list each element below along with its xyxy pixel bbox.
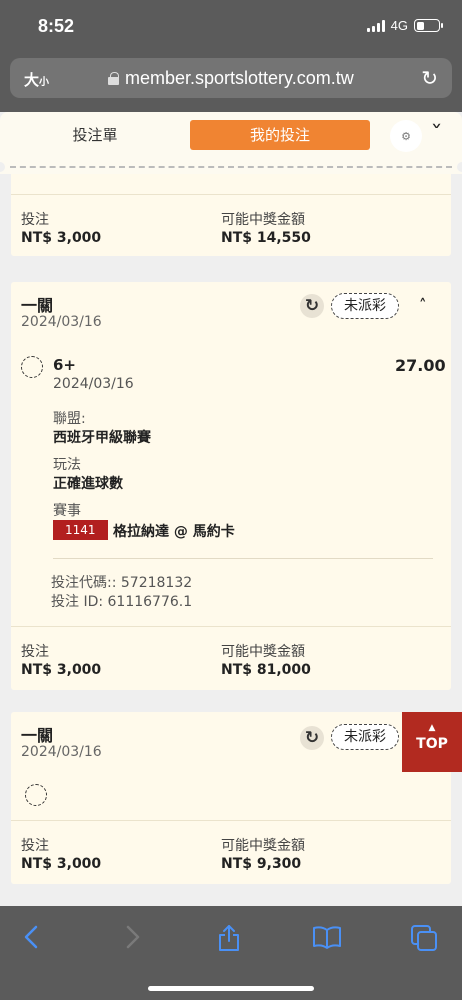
selection-name: 6+ xyxy=(53,356,77,374)
bet-id: 投注 ID: 61116776.1 xyxy=(51,594,193,610)
stake-label: 投注 xyxy=(21,644,49,660)
stake-value: NT$ 3,000 xyxy=(21,230,102,246)
market-label: 玩法 xyxy=(53,457,81,473)
payout-value: NT$ 81,000 xyxy=(221,662,311,678)
refresh-icon[interactable]: ↻ xyxy=(300,294,324,318)
stake-label: 投注 xyxy=(21,838,49,854)
bet-code: 投注代碼:: 57218132 xyxy=(51,575,193,591)
bet-type: 一關 xyxy=(21,296,54,315)
payout-label: 可能中獎金額 xyxy=(221,838,305,854)
refresh-icon[interactable]: ↻ xyxy=(300,726,324,750)
status-time: 8:52 xyxy=(38,16,75,36)
selection-odds: 27.00 xyxy=(395,356,446,375)
payout-value: NT$ 14,550 xyxy=(221,230,311,246)
bet-date: 2024/03/16 xyxy=(21,744,102,760)
forward-icon[interactable] xyxy=(122,924,142,957)
status-bar: 8:52 4G xyxy=(0,12,462,42)
payout-label: 可能中獎金額 xyxy=(221,644,305,660)
bet-card-footer: 投注 NT$ 3,000 可能中獎金額 NT$ 14,550 xyxy=(11,194,451,256)
bet-tabs: 投注單 我的投注 ⚙ ˅ xyxy=(0,112,462,162)
battery-icon xyxy=(414,19,443,32)
reload-icon[interactable]: ↻ xyxy=(421,66,438,90)
bet-card: 一關 2024/03/16 ↻ 未派彩 ˄ 6+ 27.00 2024/03/1… xyxy=(11,282,451,690)
bet-card-footer: 投注 NT$ 3,000 可能中獎金額 NT$ 81,000 xyxy=(11,626,451,690)
settings-gear-icon[interactable]: ⚙ xyxy=(390,120,422,152)
lock-icon xyxy=(108,72,119,85)
ticket-notch-right xyxy=(457,162,462,172)
bookmarks-icon[interactable] xyxy=(312,924,342,957)
bets-list[interactable]: 投注 NT$ 3,000 可能中獎金額 NT$ 14,550 一關 2024/0… xyxy=(0,174,462,906)
league-value: 西班牙甲級聯賽 xyxy=(53,430,151,446)
selection-date: 2024/03/16 xyxy=(53,376,134,392)
back-icon[interactable] xyxy=(22,924,42,957)
selection-radio[interactable] xyxy=(21,356,43,378)
bet-card-footer: 投注 NT$ 3,000 可能中獎金額 NT$ 9,300 xyxy=(11,820,451,884)
network-type: 4G xyxy=(390,18,408,33)
text-size-large: 大 xyxy=(24,71,40,89)
tab-bet-slip[interactable]: 投注單 xyxy=(40,120,150,150)
share-icon[interactable] xyxy=(216,924,242,959)
scroll-to-top-button[interactable]: ▲ TOP xyxy=(402,712,462,772)
payout-value: NT$ 9,300 xyxy=(221,856,302,872)
market-value: 正確進球數 xyxy=(53,476,123,492)
chevron-down-icon[interactable]: ˅ xyxy=(430,122,443,143)
text-size-small: 小 xyxy=(39,77,50,88)
chevron-up-icon[interactable]: ˄ xyxy=(419,296,427,314)
browser-chrome: 8:52 4G 大小 member.sportslottery.com.tw ↻ xyxy=(0,0,462,112)
address-bar[interactable]: 大小 member.sportslottery.com.tw ↻ xyxy=(10,58,452,98)
match-id-badge: 1141 xyxy=(53,520,108,540)
tabs-icon[interactable] xyxy=(410,924,438,959)
status-badge: 未派彩 xyxy=(331,293,399,319)
stake-value: NT$ 3,000 xyxy=(21,662,102,678)
text-size-button[interactable]: 大小 xyxy=(24,69,49,90)
dashed-divider xyxy=(0,162,462,174)
bet-date: 2024/03/16 xyxy=(21,314,102,330)
ticket-notch-left xyxy=(0,162,5,172)
tab-my-bets[interactable]: 我的投注 xyxy=(190,120,370,150)
payout-label: 可能中獎金額 xyxy=(221,212,305,228)
bet-card: 投注 NT$ 3,000 可能中獎金額 NT$ 14,550 xyxy=(11,174,451,256)
bet-type: 一關 xyxy=(21,726,54,745)
signal-icon xyxy=(366,19,385,32)
divider xyxy=(53,558,433,559)
league-label: 聯盟: xyxy=(53,411,86,427)
triangle-up-icon: ▲ xyxy=(428,723,436,733)
match-name[interactable]: 格拉納達 @ 馬約卡 xyxy=(113,521,235,541)
bet-card: 一關 2024/03/16 ↻ 未派彩 投注 NT$ 3,000 可能中獎金額 … xyxy=(11,712,451,884)
event-label: 賽事 xyxy=(53,503,81,519)
status-badge: 未派彩 xyxy=(331,724,399,750)
home-indicator xyxy=(148,986,314,991)
stake-value: NT$ 3,000 xyxy=(21,856,102,872)
top-button-label: TOP xyxy=(416,736,448,752)
url-text[interactable]: member.sportslottery.com.tw xyxy=(125,68,354,89)
browser-toolbar xyxy=(0,906,462,1000)
selection-radio[interactable] xyxy=(25,784,47,806)
stake-label: 投注 xyxy=(21,212,49,228)
